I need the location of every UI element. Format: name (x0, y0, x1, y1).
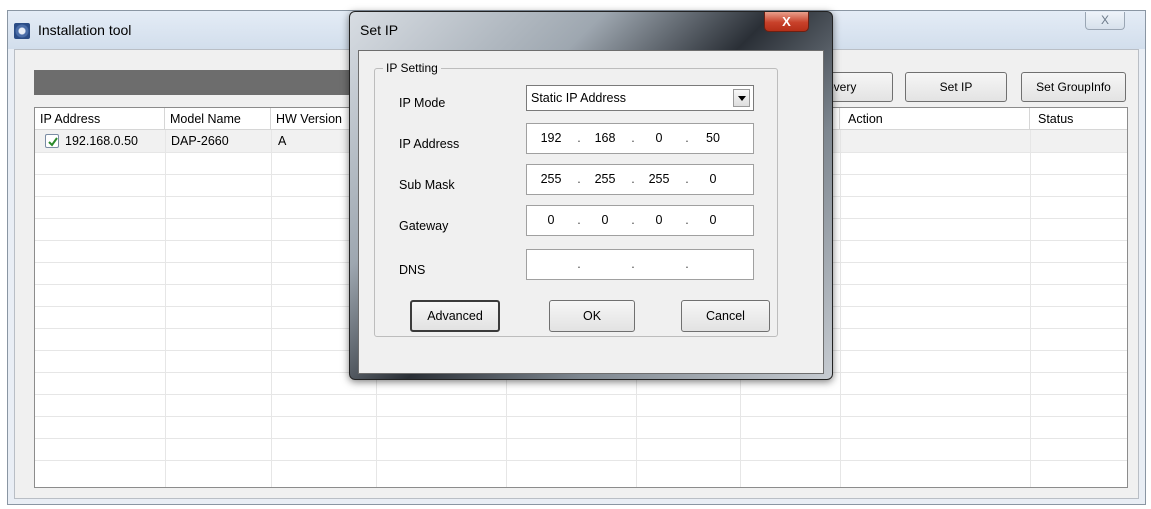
advanced-button[interactable]: Advanced (410, 300, 500, 332)
dialog-close-button[interactable]: X (764, 12, 809, 32)
dialog-body: IP Setting IP Mode Static IP Address IP … (358, 50, 824, 374)
octet-separator: . (631, 257, 635, 271)
grid-row-line (35, 416, 1127, 417)
checkmark-icon (48, 137, 58, 147)
cell-hw-version: A (278, 134, 287, 148)
gateway-label: Gateway (399, 219, 449, 233)
row-checkbox[interactable] (45, 134, 59, 148)
gateway-input[interactable]: 0 . 0 . 0 . 0 (526, 205, 754, 236)
grid-column-line (1030, 130, 1031, 487)
gateway-octet-2[interactable]: 0 (587, 213, 623, 227)
ip-address-octet-2[interactable]: 168 (587, 131, 623, 145)
grid-column-line (271, 130, 272, 487)
octet-separator: . (631, 131, 635, 145)
grid-row-line (35, 438, 1127, 439)
gateway-octet-4[interactable]: 0 (695, 213, 731, 227)
sub-mask-octet-1[interactable]: 255 (533, 172, 569, 186)
ip-address-octet-4[interactable]: 50 (695, 131, 731, 145)
column-header-model-name[interactable]: Model Name (165, 108, 271, 130)
octet-separator: . (577, 257, 581, 271)
octet-separator: . (685, 213, 689, 227)
sub-mask-octet-3[interactable]: 255 (641, 172, 677, 186)
sub-mask-label: Sub Mask (399, 178, 455, 192)
gateway-octet-3[interactable]: 0 (641, 213, 677, 227)
window-title: Installation tool (38, 22, 132, 38)
grid-column-line (165, 130, 166, 487)
grid-row-line (35, 460, 1127, 461)
column-header-action[interactable]: Action (840, 108, 1030, 130)
set-groupinfo-button[interactable]: Set GroupInfo (1021, 72, 1126, 102)
ip-address-label: IP Address (399, 137, 460, 151)
ip-address-input[interactable]: 192 . 168 . 0 . 50 (526, 123, 754, 154)
cancel-button[interactable]: Cancel (681, 300, 770, 332)
grid-row-line (35, 394, 1127, 395)
cell-ip-address: 192.168.0.50 (65, 134, 138, 148)
column-header-ip-address[interactable]: IP Address (35, 108, 165, 130)
octet-separator: . (685, 257, 689, 271)
octet-separator: . (577, 172, 581, 186)
cell-model-name: DAP-2660 (171, 134, 229, 148)
octet-separator: . (577, 213, 581, 227)
dialog-title: Set IP (360, 22, 399, 38)
set-ip-dialog: Set IP X IP Setting IP Mode Static IP Ad… (349, 11, 833, 380)
octet-separator: . (685, 131, 689, 145)
grid-column-line (840, 130, 841, 487)
octet-separator: . (577, 131, 581, 145)
sub-mask-octet-2[interactable]: 255 (587, 172, 623, 186)
ip-address-octet-1[interactable]: 192 (533, 131, 569, 145)
dns-input[interactable]: . . . (526, 249, 754, 280)
octet-separator: . (631, 213, 635, 227)
progress-bar (34, 70, 354, 95)
sub-mask-input[interactable]: 255 . 255 . 255 . 0 (526, 164, 754, 195)
installation-tool-icon (14, 23, 30, 39)
dropdown-button[interactable] (733, 89, 750, 107)
octet-separator: . (685, 172, 689, 186)
ip-mode-select[interactable]: Static IP Address (526, 85, 754, 111)
dns-label: DNS (399, 263, 426, 277)
ip-mode-label: IP Mode (399, 96, 446, 110)
ip-address-octet-3[interactable]: 0 (641, 131, 677, 145)
ip-mode-value: Static IP Address (531, 91, 626, 105)
column-header-status[interactable]: Status (1030, 108, 1127, 130)
ip-setting-group-label: IP Setting (383, 61, 441, 75)
chevron-down-icon (738, 96, 746, 101)
dialog-titlebar[interactable]: Set IP X (350, 12, 832, 48)
sub-mask-octet-4[interactable]: 0 (695, 172, 731, 186)
ok-button[interactable]: OK (549, 300, 635, 332)
main-close-button[interactable]: X (1085, 12, 1125, 30)
octet-separator: . (631, 172, 635, 186)
set-ip-button[interactable]: Set IP (905, 72, 1007, 102)
gateway-octet-1[interactable]: 0 (533, 213, 569, 227)
